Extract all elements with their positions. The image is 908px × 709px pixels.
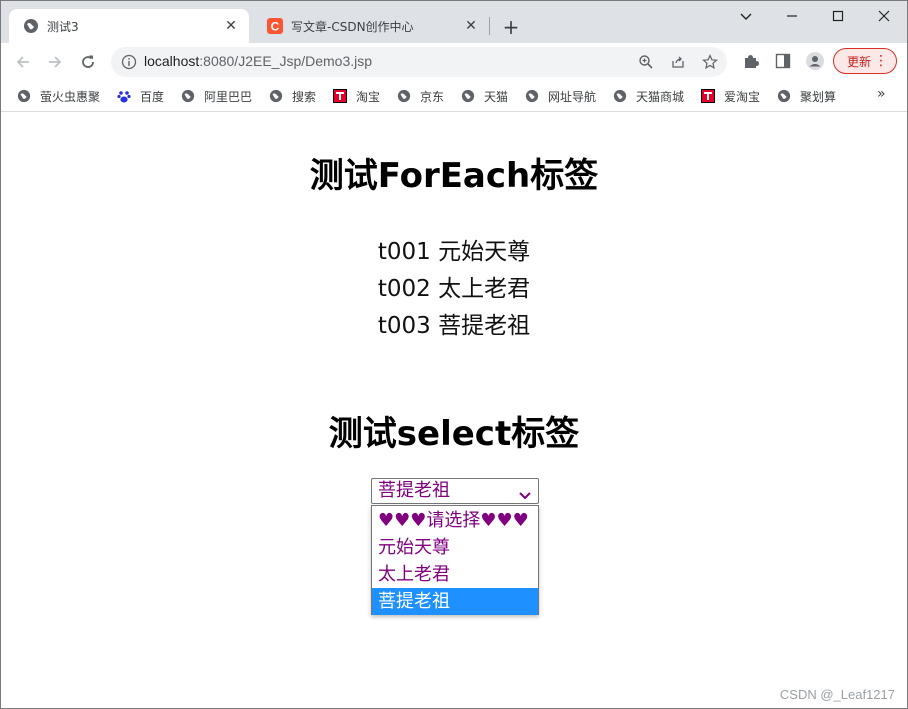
list-item: t003 菩提老祖	[1, 306, 907, 340]
zoom-icon[interactable]	[638, 54, 654, 70]
url-text[interactable]: localhost:8080/J2EE_Jsp/Demo3.jsp	[144, 53, 372, 69]
svg-text:C: C	[271, 20, 280, 34]
bookmarks-overflow-icon[interactable]: »	[877, 86, 886, 102]
list-item: t002 太上老君	[1, 269, 907, 303]
select-option[interactable]: 太上老君	[372, 561, 538, 588]
row-id: t003	[377, 313, 431, 339]
csdn-c-icon: C	[267, 18, 283, 34]
row-name: 菩提老祖	[438, 313, 531, 339]
new-tab-button[interactable]: +	[499, 15, 523, 39]
chevron-down-icon	[518, 485, 532, 500]
select-heading: 测试select标签	[328, 414, 580, 454]
bookmark-label: 百度	[140, 89, 165, 104]
reload-button[interactable]	[76, 50, 100, 74]
globe-icon	[397, 89, 411, 103]
page-content: 测试ForEach标签 t001 元始天尊 t002 太上老君 t003 菩提老…	[1, 112, 907, 708]
globe-icon	[461, 89, 475, 103]
bookmark-label: 阿里巴巴	[204, 89, 253, 104]
select-value: 菩提老祖	[378, 480, 450, 501]
select-option[interactable]: ♥♥♥请选择♥♥♥	[372, 507, 538, 534]
select-option[interactable]: 元始天尊	[372, 534, 538, 561]
foreach-heading: 测试ForEach标签	[309, 156, 599, 196]
bookmark-label: 聚划算	[800, 89, 837, 104]
bookmark-item[interactable]: 淘宝	[333, 87, 380, 105]
close-tab-icon[interactable]: ✕	[221, 16, 241, 36]
bookmark-item[interactable]: 网址导航	[525, 87, 596, 105]
baidu-paw-icon	[117, 89, 131, 103]
row-name: 元始天尊	[438, 239, 531, 265]
url-path: :8080/J2EE_Jsp/Demo3.jsp	[199, 53, 373, 69]
minimize-button[interactable]	[769, 1, 815, 31]
bookmark-item[interactable]: 百度	[117, 87, 164, 105]
row-name: 太上老君	[438, 276, 531, 302]
tab-demo3[interactable]: 测试3 ✕	[9, 9, 249, 43]
bookmark-label: 搜索	[292, 89, 317, 104]
browser-window: 测试3 ✕ C 写文章-CSDN创作中心 ✕ + localhost:8080/…	[0, 0, 908, 709]
bookmark-label: 网址导航	[548, 89, 597, 104]
side-panel-icon[interactable]	[774, 52, 792, 70]
tab-search-icon[interactable]	[723, 1, 769, 31]
update-label: 更新	[847, 54, 872, 69]
tab-title: 测试3	[47, 19, 79, 34]
back-button[interactable]	[11, 50, 35, 74]
globe-icon	[269, 89, 283, 103]
bookmark-item[interactable]: 天猫商城	[613, 87, 684, 105]
bookmark-label: 爱淘宝	[724, 89, 761, 104]
bookmark-item[interactable]: 天猫	[461, 87, 508, 105]
tab-csdn-editor[interactable]: C 写文章-CSDN创作中心 ✕	[253, 9, 489, 43]
bookmark-label: 天猫	[484, 89, 509, 104]
tmall-t-icon	[701, 89, 715, 103]
row-id: t001	[377, 239, 431, 265]
bookmarks-bar: 萤火虫惠聚 百度 阿里巴巴 搜索 淘宝 京东 天猫 网址导航 天猫商城 爱淘宝 …	[1, 81, 907, 112]
address-bar[interactable]: localhost:8080/J2EE_Jsp/Demo3.jsp	[111, 47, 727, 77]
list-item: t001 元始天尊	[1, 232, 907, 266]
row-id: t002	[377, 276, 431, 302]
globe-icon	[613, 89, 627, 103]
csdn-watermark: CSDN @_Leaf1217	[779, 687, 895, 702]
globe-icon	[17, 89, 31, 103]
close-tab-icon[interactable]: ✕	[461, 16, 481, 36]
share-icon[interactable]	[670, 54, 686, 70]
globe-icon	[23, 18, 39, 34]
maximize-button[interactable]	[815, 1, 861, 31]
tab-separator	[489, 17, 490, 35]
bookmark-item[interactable]: 萤火虫惠聚	[17, 87, 100, 105]
forward-button[interactable]	[43, 50, 67, 74]
bookmark-item[interactable]: 爱淘宝	[701, 87, 760, 105]
bookmark-star-icon[interactable]	[702, 54, 718, 70]
bookmark-label: 天猫商城	[636, 89, 685, 104]
name-select[interactable]: 菩提老祖	[371, 478, 539, 504]
globe-icon	[181, 89, 195, 103]
globe-icon	[777, 89, 791, 103]
globe-icon	[525, 89, 539, 103]
select-option-highlighted[interactable]: 菩提老祖	[372, 588, 538, 615]
select-dropdown-list: ♥♥♥请选择♥♥♥ 元始天尊 太上老君 菩提老祖	[371, 505, 539, 615]
update-button[interactable]: 更新 ⋮	[833, 48, 897, 74]
bookmark-item[interactable]: 搜索	[269, 87, 316, 105]
url-host: localhost	[144, 53, 200, 69]
tab-strip: 测试3 ✕ C 写文章-CSDN创作中心 ✕ +	[1, 1, 907, 43]
bookmark-label: 淘宝	[356, 89, 381, 104]
site-info-icon[interactable]	[121, 54, 137, 70]
tmall-t-icon	[333, 89, 347, 103]
profile-avatar-icon[interactable]	[806, 52, 824, 70]
browser-toolbar: localhost:8080/J2EE_Jsp/Demo3.jsp 更新 ⋮	[1, 43, 907, 81]
bookmark-item[interactable]: 聚划算	[777, 87, 836, 105]
bookmark-item[interactable]: 阿里巴巴	[181, 87, 252, 105]
close-window-button[interactable]	[861, 1, 907, 31]
bookmark-label: 京东	[420, 89, 445, 104]
extensions-puzzle-icon[interactable]	[742, 52, 760, 70]
bookmark-label: 萤火虫惠聚	[40, 89, 101, 104]
more-menu-icon[interactable]: ⋮	[874, 53, 888, 69]
bookmark-item[interactable]: 京东	[397, 87, 444, 105]
tab-title: 写文章-CSDN创作中心	[291, 19, 414, 34]
